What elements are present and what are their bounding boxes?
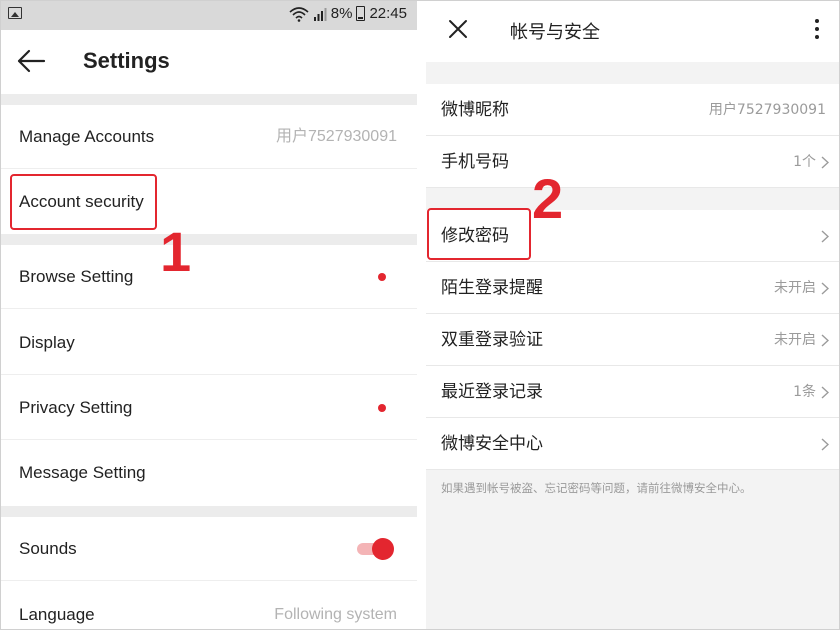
signal-icon [313,7,327,21]
settings-item-language[interactable]: Language Following system [0,583,417,630]
settings-item-sounds[interactable]: Sounds [0,517,417,581]
settings-item-browse-setting[interactable]: Browse Setting [0,245,417,309]
sounds-toggle[interactable] [357,538,394,560]
settings-item-manage-accounts[interactable]: Manage Accounts 用户7527930091 [0,105,417,169]
security-item-value: 未开启 [774,280,816,296]
chevron-right-icon [821,156,829,169]
more-vertical-icon[interactable] [814,19,820,41]
notification-dot [378,404,386,412]
battery-percent: 8% [330,5,353,22]
security-item-recent-logins[interactable]: 最近登录记录 1条 [426,366,840,418]
chevron-right-icon [821,386,829,399]
chevron-right-icon [821,282,829,295]
settings-item-label: Privacy Setting [19,398,133,417]
settings-item-message-setting[interactable]: Message Setting [0,441,417,505]
security-item-value: 用户7527930091 [708,102,826,118]
security-item-value: 1条 [793,384,816,400]
settings-item-display[interactable]: Display [0,311,417,375]
panel-separator [417,0,426,630]
settings-item-label: Language [19,605,95,624]
security-item-value: 1个 [793,154,816,170]
wifi-icon [289,6,309,22]
image-notification-icon [8,7,22,19]
security-item-two-step-verification[interactable]: 双重登录验证 未开启 [426,314,840,366]
chevron-right-icon [821,334,829,347]
settings-item-label: Sounds [19,539,77,558]
arrow-left-icon[interactable] [16,48,46,74]
settings-item-label: Display [19,333,75,352]
settings-item-label: Manage Accounts [19,127,155,146]
section-divider [0,506,417,517]
annotation-step-2: 2 [532,167,564,230]
settings-item-value: Following system [274,606,397,623]
settings-item-label: Browse Setting [19,267,134,286]
annotation-highlight-account-security [10,174,157,230]
status-bar: 8% 22:45 [0,0,417,30]
settings-item-label: Message Setting [19,463,146,482]
security-item-security-center[interactable]: 微博安全中心 [426,418,840,470]
security-item-phone[interactable]: 手机号码 1个 [426,136,840,188]
security-item-label: 陌生登录提醒 [441,278,543,298]
settings-item-value: 用户7527930091 [276,128,397,145]
security-item-nickname[interactable]: 微博昵称 用户7527930091 [426,84,840,136]
chevron-right-icon [821,230,829,243]
section-divider [0,94,417,105]
notification-dot [378,273,386,281]
security-item-label: 微博安全中心 [441,434,543,454]
toggle-knob [372,538,394,560]
status-bar-right: 8% 22:45 [289,5,407,22]
battery-icon [356,6,366,21]
account-security-header: 帐号与安全 [426,0,840,62]
annotation-highlight-change-password [427,208,531,260]
security-item-label: 手机号码 [441,152,509,172]
settings-screen: 8% 22:45 Settings Manage Accounts 用户7527… [0,0,417,630]
security-item-label: 双重登录验证 [441,330,543,350]
security-item-label: 微博昵称 [441,100,509,120]
security-item-unknown-login-alert[interactable]: 陌生登录提醒 未开启 [426,262,840,314]
account-security-screen: 帐号与安全 微博昵称 用户7527930091 手机号码 1个 修改密码 陌生登… [426,0,840,630]
security-item-value: 未开启 [774,332,816,348]
help-note: 如果遇到帐号被盗、忘记密码等问题，请前往微博安全中心。 [441,481,752,495]
page-title: Settings [83,48,170,73]
clock: 22:45 [369,5,407,22]
settings-app-bar: Settings [0,30,417,92]
page-title: 帐号与安全 [510,22,600,43]
settings-item-privacy-setting[interactable]: Privacy Setting [0,376,417,440]
section-divider [0,234,417,245]
chevron-right-icon [821,438,829,451]
security-item-label: 最近登录记录 [441,382,543,402]
annotation-step-1: 1 [160,220,192,283]
close-icon[interactable] [447,18,469,40]
